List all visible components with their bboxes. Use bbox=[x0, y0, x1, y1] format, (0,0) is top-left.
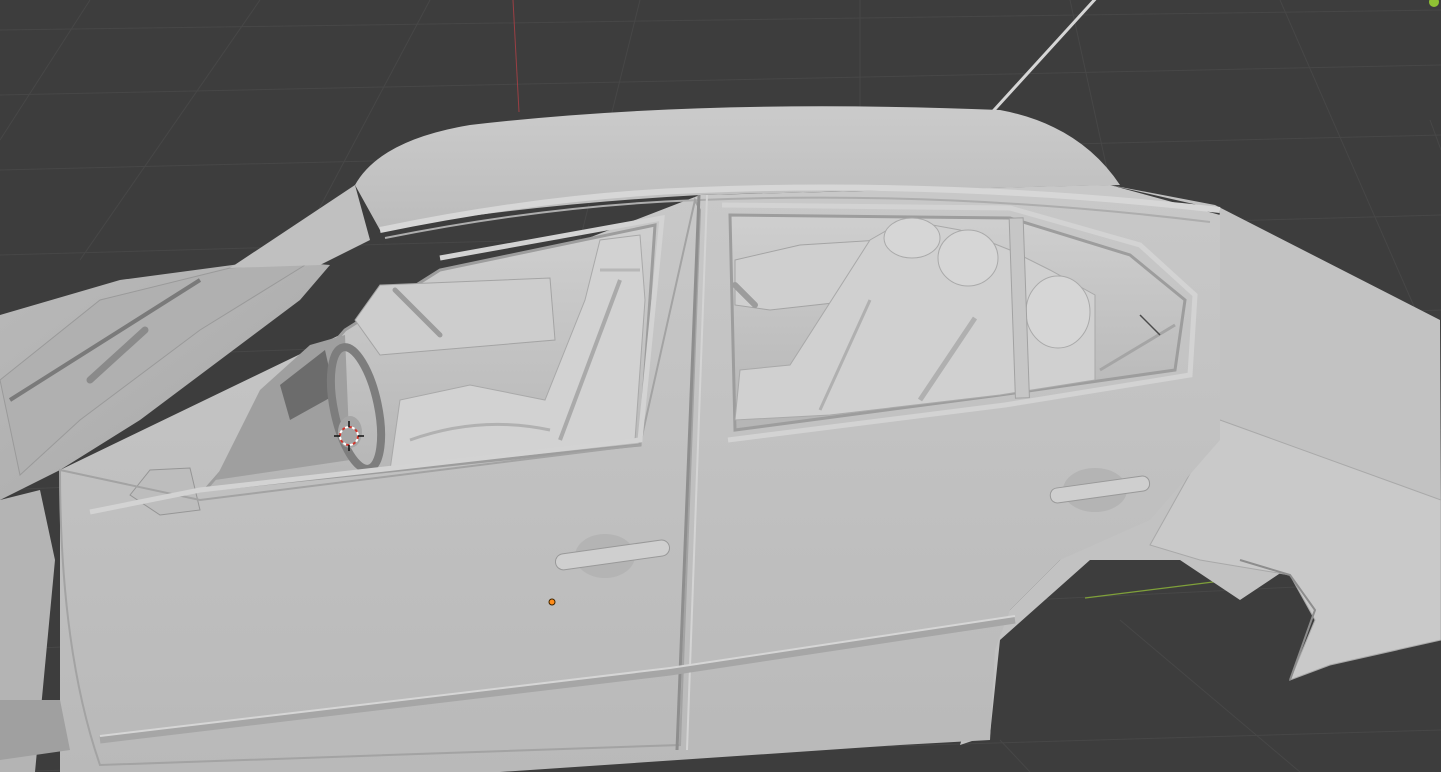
front-pillar[interactable] bbox=[230, 185, 370, 268]
headrest bbox=[1025, 275, 1091, 349]
selected-object-indicator bbox=[1429, 0, 1439, 7]
object-origin-point[interactable] bbox=[548, 598, 556, 606]
3d-viewport[interactable] bbox=[0, 0, 1441, 772]
headrest bbox=[937, 229, 999, 287]
viewport-canvas[interactable] bbox=[0, 0, 1441, 772]
headrest bbox=[883, 217, 941, 259]
z-axis-line bbox=[512, 0, 520, 113]
